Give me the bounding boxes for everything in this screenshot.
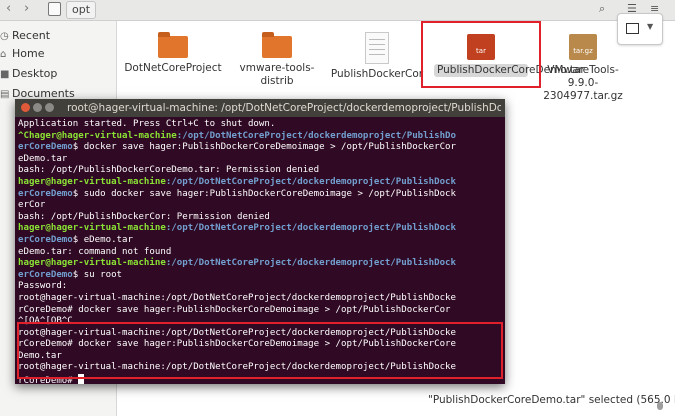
file-name: VMwareTools-9.9.0-2304977.tar.gz xyxy=(543,64,623,102)
forward-arrow-icon[interactable]: › xyxy=(24,1,29,16)
terminal-text: bash: /opt/PublishDockerCor: Permission … xyxy=(18,211,270,222)
terminal-line: erCoreDemo$ eDemo.tar xyxy=(18,235,503,247)
terminal-text: bash: /opt/PublishDockerCoreDemo.tar: Pe… xyxy=(18,165,320,176)
file-item[interactable]: vmware-tools-distrib xyxy=(227,28,327,88)
folder-icon xyxy=(262,32,292,58)
terminal-text: eDemo.tar: command not found xyxy=(18,246,172,257)
sidebar-item-home[interactable]: ⌂ Home xyxy=(0,45,44,63)
documents-icon: ▤ xyxy=(0,89,10,100)
terminal-title: root@hager-virtual-machine: /opt/DotNetC… xyxy=(67,102,501,114)
prompt-path: :/opt/DotNetCoreProject/dockerdemoprojec… xyxy=(176,130,457,141)
prompt-user: hager@hager-virtual-machine xyxy=(18,223,166,234)
sidebar-item-recent[interactable]: ◷ Recent xyxy=(0,27,50,45)
highlight-box xyxy=(17,322,503,379)
terminal-text: $ sudo docker save hager:PublishDockerCo… xyxy=(72,188,456,199)
file-name: DotNetCoreProject xyxy=(124,62,222,74)
location-breadcrumb[interactable]: opt xyxy=(66,1,97,19)
prompt-path: :/opt/DotNetCoreProject/dockerdemoprojec… xyxy=(165,223,456,234)
terminal-line: root@hager-virtual-machine:/opt/DotNetCo… xyxy=(18,293,503,305)
file-name: vmware-tools-distrib xyxy=(239,62,315,87)
terminal-text: rCoreDemo# docker save hager:PublishDock… xyxy=(18,304,451,315)
file-item[interactable]: DotNetCoreProject xyxy=(123,28,223,75)
prompt-user: hager@hager-virtual-machine xyxy=(18,176,166,187)
prompt-path: erCoreDemo xyxy=(18,269,73,280)
chevron-down-icon: ▼ xyxy=(647,22,654,31)
sidebar-item-desktop[interactable]: ■ Desktop xyxy=(0,65,57,83)
terminal-line: erCoreDemo$ sudo docker save hager:Publi… xyxy=(18,189,503,201)
terminal-line: eDemo.tar xyxy=(18,154,503,166)
search-icon[interactable]: ⌕ xyxy=(599,2,605,16)
terminal-text: Password: xyxy=(18,281,68,292)
archive-icon: tar.gz xyxy=(569,34,597,60)
terminal-text: $ su root xyxy=(72,269,123,280)
terminal-line: erCoreDemo$ su root xyxy=(18,270,503,282)
terminal-line: rCoreDemo# docker save hager:PublishDock… xyxy=(18,305,503,317)
folder-icon xyxy=(158,32,188,58)
prompt-user: ^Chager@hager-virtual-machine xyxy=(18,130,177,141)
terminal-titlebar[interactable]: root@hager-virtual-machine: /opt/DotNetC… xyxy=(15,99,505,117)
prompt-user: hager@hager-virtual-machine xyxy=(18,258,166,269)
terminal-line: bash: /opt/PublishDockerCor: Permission … xyxy=(18,212,503,224)
prompt-path: erCoreDemo xyxy=(18,188,73,199)
back-arrow-icon[interactable]: ‹ xyxy=(6,1,11,16)
terminal-text: eDemo.tar xyxy=(18,153,68,164)
terminal-line: bash: /opt/PublishDockerCoreDemo.tar: Pe… xyxy=(18,165,503,177)
sidebar-item-label: Recent xyxy=(12,29,51,42)
terminal-line: Password: xyxy=(18,281,503,293)
archive-badge: tar.gz xyxy=(573,47,593,55)
file-name: PublishDockerCor xyxy=(330,68,424,80)
sidebar-item-label: Desktop xyxy=(12,67,58,80)
terminal-text: $ docker save hager:PublishDockerCoreDem… xyxy=(72,142,456,153)
minimize-icon[interactable] xyxy=(33,103,42,112)
desktop-icon: ■ xyxy=(0,69,10,80)
clock-icon: ◷ xyxy=(0,31,9,42)
terminal-text: erCor xyxy=(18,200,46,211)
terminal-line: erCoreDemo$ docker save hager:PublishDoc… xyxy=(18,142,503,154)
toolbar: ‹ › opt ⌕ ☰ ≡ xyxy=(0,0,675,21)
terminal-line: Application started. Press Ctrl+C to shu… xyxy=(18,119,503,131)
terminal-line: hager@hager-virtual-machine:/opt/DotNetC… xyxy=(18,223,503,235)
terminal-line: erCor xyxy=(18,200,503,212)
terminal-text: Application started. Press Ctrl+C to shu… xyxy=(18,119,276,129)
image-view-icon xyxy=(626,23,639,34)
maximize-icon[interactable] xyxy=(45,103,54,112)
sidebar-item-label: Home xyxy=(12,47,45,60)
prompt-path: :/opt/DotNetCoreProject/dockerdemoprojec… xyxy=(165,176,456,187)
terminal-line: eDemo.tar: command not found xyxy=(18,247,503,259)
prompt-path: :/opt/DotNetCoreProject/dockerdemoprojec… xyxy=(165,258,456,269)
selection-highlight xyxy=(421,21,541,88)
close-icon[interactable] xyxy=(21,103,30,112)
prompt-path: erCoreDemo xyxy=(18,234,73,245)
scrollbar[interactable] xyxy=(657,402,663,410)
terminal-line: ^Chager@hager-virtual-machine:/opt/DotNe… xyxy=(18,131,503,143)
document-icon xyxy=(365,32,389,64)
view-options-button[interactable]: ▼ xyxy=(617,13,663,45)
status-text: "PublishDockerCoreDemo.tar" selected (56… xyxy=(428,394,675,406)
home-icon: ⌂ xyxy=(0,49,7,60)
file-item[interactable]: PublishDockerCor xyxy=(327,28,427,81)
location-icon[interactable] xyxy=(48,2,61,16)
prompt-path: erCoreDemo xyxy=(18,142,73,153)
terminal-line: hager@hager-virtual-machine:/opt/DotNetC… xyxy=(18,258,503,270)
terminal-line: hager@hager-virtual-machine:/opt/DotNetC… xyxy=(18,177,503,189)
terminal-text: $ eDemo.tar xyxy=(72,234,133,245)
terminal-text: root@hager-virtual-machine:/opt/DotNetCo… xyxy=(18,292,456,303)
